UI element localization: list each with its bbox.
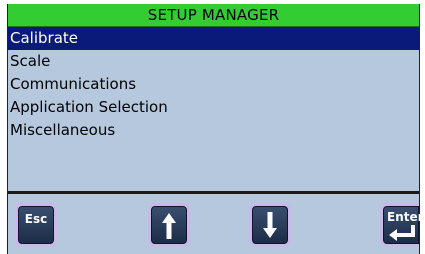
up-arrow-button[interactable]: [148, 203, 190, 247]
menu-item-scale[interactable]: Scale: [8, 50, 419, 73]
setup-menu: Calibrate Scale Communications Applicati…: [8, 27, 419, 142]
enter-button[interactable]: Enter: [380, 203, 424, 247]
menu-item-miscellaneous[interactable]: Miscellaneous: [8, 119, 419, 142]
page-title: SETUP MANAGER: [8, 4, 419, 27]
softkey-bar: Esc Enter: [8, 194, 424, 254]
esc-button-label: Esc: [24, 212, 48, 226]
esc-button[interactable]: Esc: [15, 203, 57, 247]
menu-item-application-selection[interactable]: Application Selection: [8, 96, 419, 119]
down-arrow-button[interactable]: [249, 203, 291, 247]
menu-item-calibrate[interactable]: Calibrate: [8, 27, 419, 50]
arrow-down-icon: [263, 212, 277, 238]
arrow-up-icon: [162, 213, 176, 239]
setup-manager-screen: SETUP MANAGER Calibrate Scale Communicat…: [7, 4, 424, 254]
menu-item-communications[interactable]: Communications: [8, 73, 419, 96]
return-arrow-icon: [389, 225, 415, 241]
